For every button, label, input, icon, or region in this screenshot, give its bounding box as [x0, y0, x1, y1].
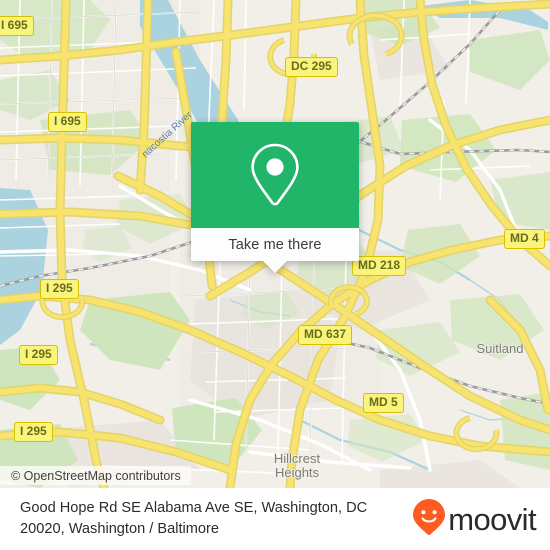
moovit-pin-icon	[412, 498, 446, 541]
highway-shield: MD 218	[352, 256, 407, 276]
highway-shield: MD 637	[298, 325, 353, 345]
highway-shield: MD 5	[363, 393, 404, 413]
address-line-2: 20020, Washington / Baltimore	[20, 521, 220, 537]
highway-shield: I 295	[14, 422, 53, 442]
callout-pointer	[263, 261, 287, 273]
highway-shield: MD 4	[504, 229, 545, 249]
moovit-map-screenshot: Suitland Hillcrest Heights nacostia Rive…	[0, 0, 550, 550]
moovit-wordmark: moovit	[448, 501, 536, 537]
osm-attribution-label: © OpenStreetMap contributors	[11, 468, 181, 483]
take-me-there-label: Take me there	[228, 236, 322, 253]
map-canvas[interactable]: Suitland Hillcrest Heights nacostia Rive…	[0, 0, 550, 488]
location-address: Good Hope Rd SE Alabama Ave SE, Washingt…	[20, 498, 412, 540]
callout-header	[191, 122, 359, 228]
footer-bar: Good Hope Rd SE Alabama Ave SE, Washingt…	[0, 488, 550, 550]
osm-attribution[interactable]: © OpenStreetMap contributors	[0, 466, 191, 485]
location-pin-icon	[247, 142, 303, 208]
highway-shield: I 295	[19, 345, 58, 365]
highway-shield: I 695	[0, 16, 34, 36]
take-me-there-button[interactable]: Take me there	[191, 228, 359, 261]
location-callout-card[interactable]: Take me there	[191, 122, 359, 273]
highway-shield: I 695	[48, 112, 87, 132]
moovit-logo[interactable]: moovit	[412, 498, 537, 541]
address-line-1: Good Hope Rd SE Alabama Ave SE, Washingt…	[20, 500, 368, 516]
highway-shield: I 295	[40, 279, 79, 299]
highway-shield: DC 295	[285, 57, 338, 77]
